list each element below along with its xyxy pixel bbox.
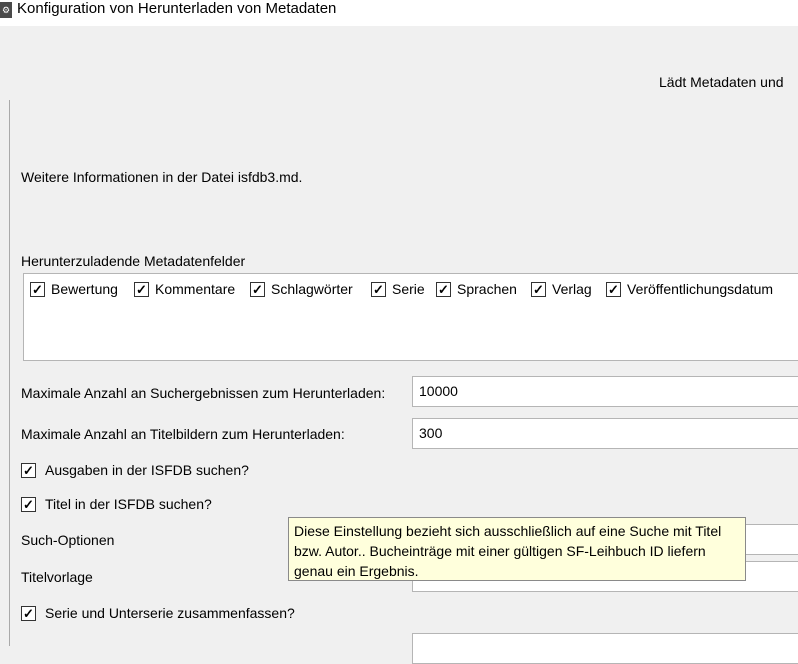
checkbox-checked-icon[interactable]: ✓ (371, 281, 386, 297)
field-item-veroeffentlichungsdatum[interactable]: ✓ Veröffentlichungsdatum (606, 279, 773, 299)
combine-series-label: Serie und Unterserie zusammenfassen? (45, 605, 295, 621)
max-covers-input[interactable]: 300 (412, 418, 798, 449)
max-results-label: Maximale Anzahl an Suchergebnissen zum H… (21, 385, 386, 401)
field-label: Serie (392, 281, 425, 297)
search-titles-option[interactable]: ✓ Titel in der ISFDB suchen? (21, 496, 212, 512)
tooltip-line: genau ein Ergebnis. (294, 563, 419, 579)
field-item-kommentare[interactable]: ✓ Kommentare (134, 279, 235, 299)
checkbox-checked-icon[interactable]: ✓ (21, 462, 36, 478)
info-text: Weitere Informationen in der Datei isfdb… (21, 169, 303, 185)
divider (9, 100, 10, 646)
field-item-serie[interactable]: ✓ Serie (371, 279, 425, 299)
tooltip-line: Diese Einstellung bezieht sich ausschlie… (294, 523, 722, 539)
search-options-label: Such-Optionen (21, 532, 115, 548)
field-item-sprachen[interactable]: ✓ Sprachen (436, 279, 517, 299)
search-editions-label: Ausgaben in der ISFDB suchen? (45, 462, 249, 478)
gear-app-icon: ⚙ (0, 2, 12, 18)
field-item-verlag[interactable]: ✓ Verlag (531, 279, 592, 299)
field-label: Veröffentlichungsdatum (627, 281, 774, 297)
tooltip-line: bzw. Autor.. Bucheinträge mit einer gült… (294, 543, 706, 559)
checkbox-checked-icon[interactable]: ✓ (30, 281, 45, 297)
field-item-bewertung[interactable]: ✓ Bewertung (30, 279, 118, 299)
field-label: Bewertung (51, 281, 118, 297)
checkbox-checked-icon[interactable]: ✓ (250, 281, 265, 297)
field-label: Verlag (552, 281, 592, 297)
search-titles-label: Titel in der ISFDB suchen? (45, 496, 212, 512)
tooltip: Diese Einstellung bezieht sich ausschlie… (288, 517, 746, 581)
max-covers-label: Maximale Anzahl an Titelbildern zum Heru… (21, 426, 345, 442)
field-label: Kommentare (155, 281, 236, 297)
search-editions-option[interactable]: ✓ Ausgaben in der ISFDB suchen? (21, 462, 249, 478)
combine-series-option[interactable]: ✓ Serie und Unterserie zusammenfassen? (21, 605, 295, 621)
plugin-description: Lädt Metadaten und (659, 74, 784, 90)
checkbox-checked-icon[interactable]: ✓ (134, 281, 149, 297)
field-item-schlagwoerter[interactable]: ✓ Schlagwörter (250, 279, 353, 299)
title-template-label: Titelvorlage (21, 569, 93, 585)
checkbox-checked-icon[interactable]: ✓ (436, 281, 451, 297)
metadata-fields-list[interactable]: ✓ Bewertung ✓ Kommentare ✓ Schlagwörter … (23, 273, 798, 361)
max-results-input[interactable]: 10000 (412, 376, 798, 407)
checkbox-checked-icon[interactable]: ✓ (531, 281, 546, 297)
fields-label: Herunterzuladende Metadatenfelder (21, 253, 246, 269)
window-title: Konfiguration von Herunterladen von Meta… (17, 0, 337, 17)
field-label: Sprachen (457, 281, 517, 297)
title-bar: ⚙ Konfiguration von Herunterladen von Me… (0, 0, 798, 26)
checkbox-checked-icon[interactable]: ✓ (21, 496, 36, 512)
checkbox-checked-icon[interactable]: ✓ (606, 281, 621, 297)
checkbox-checked-icon[interactable]: ✓ (21, 605, 36, 621)
series-extra-input[interactable] (412, 633, 798, 664)
field-label: Schlagwörter (271, 281, 353, 297)
